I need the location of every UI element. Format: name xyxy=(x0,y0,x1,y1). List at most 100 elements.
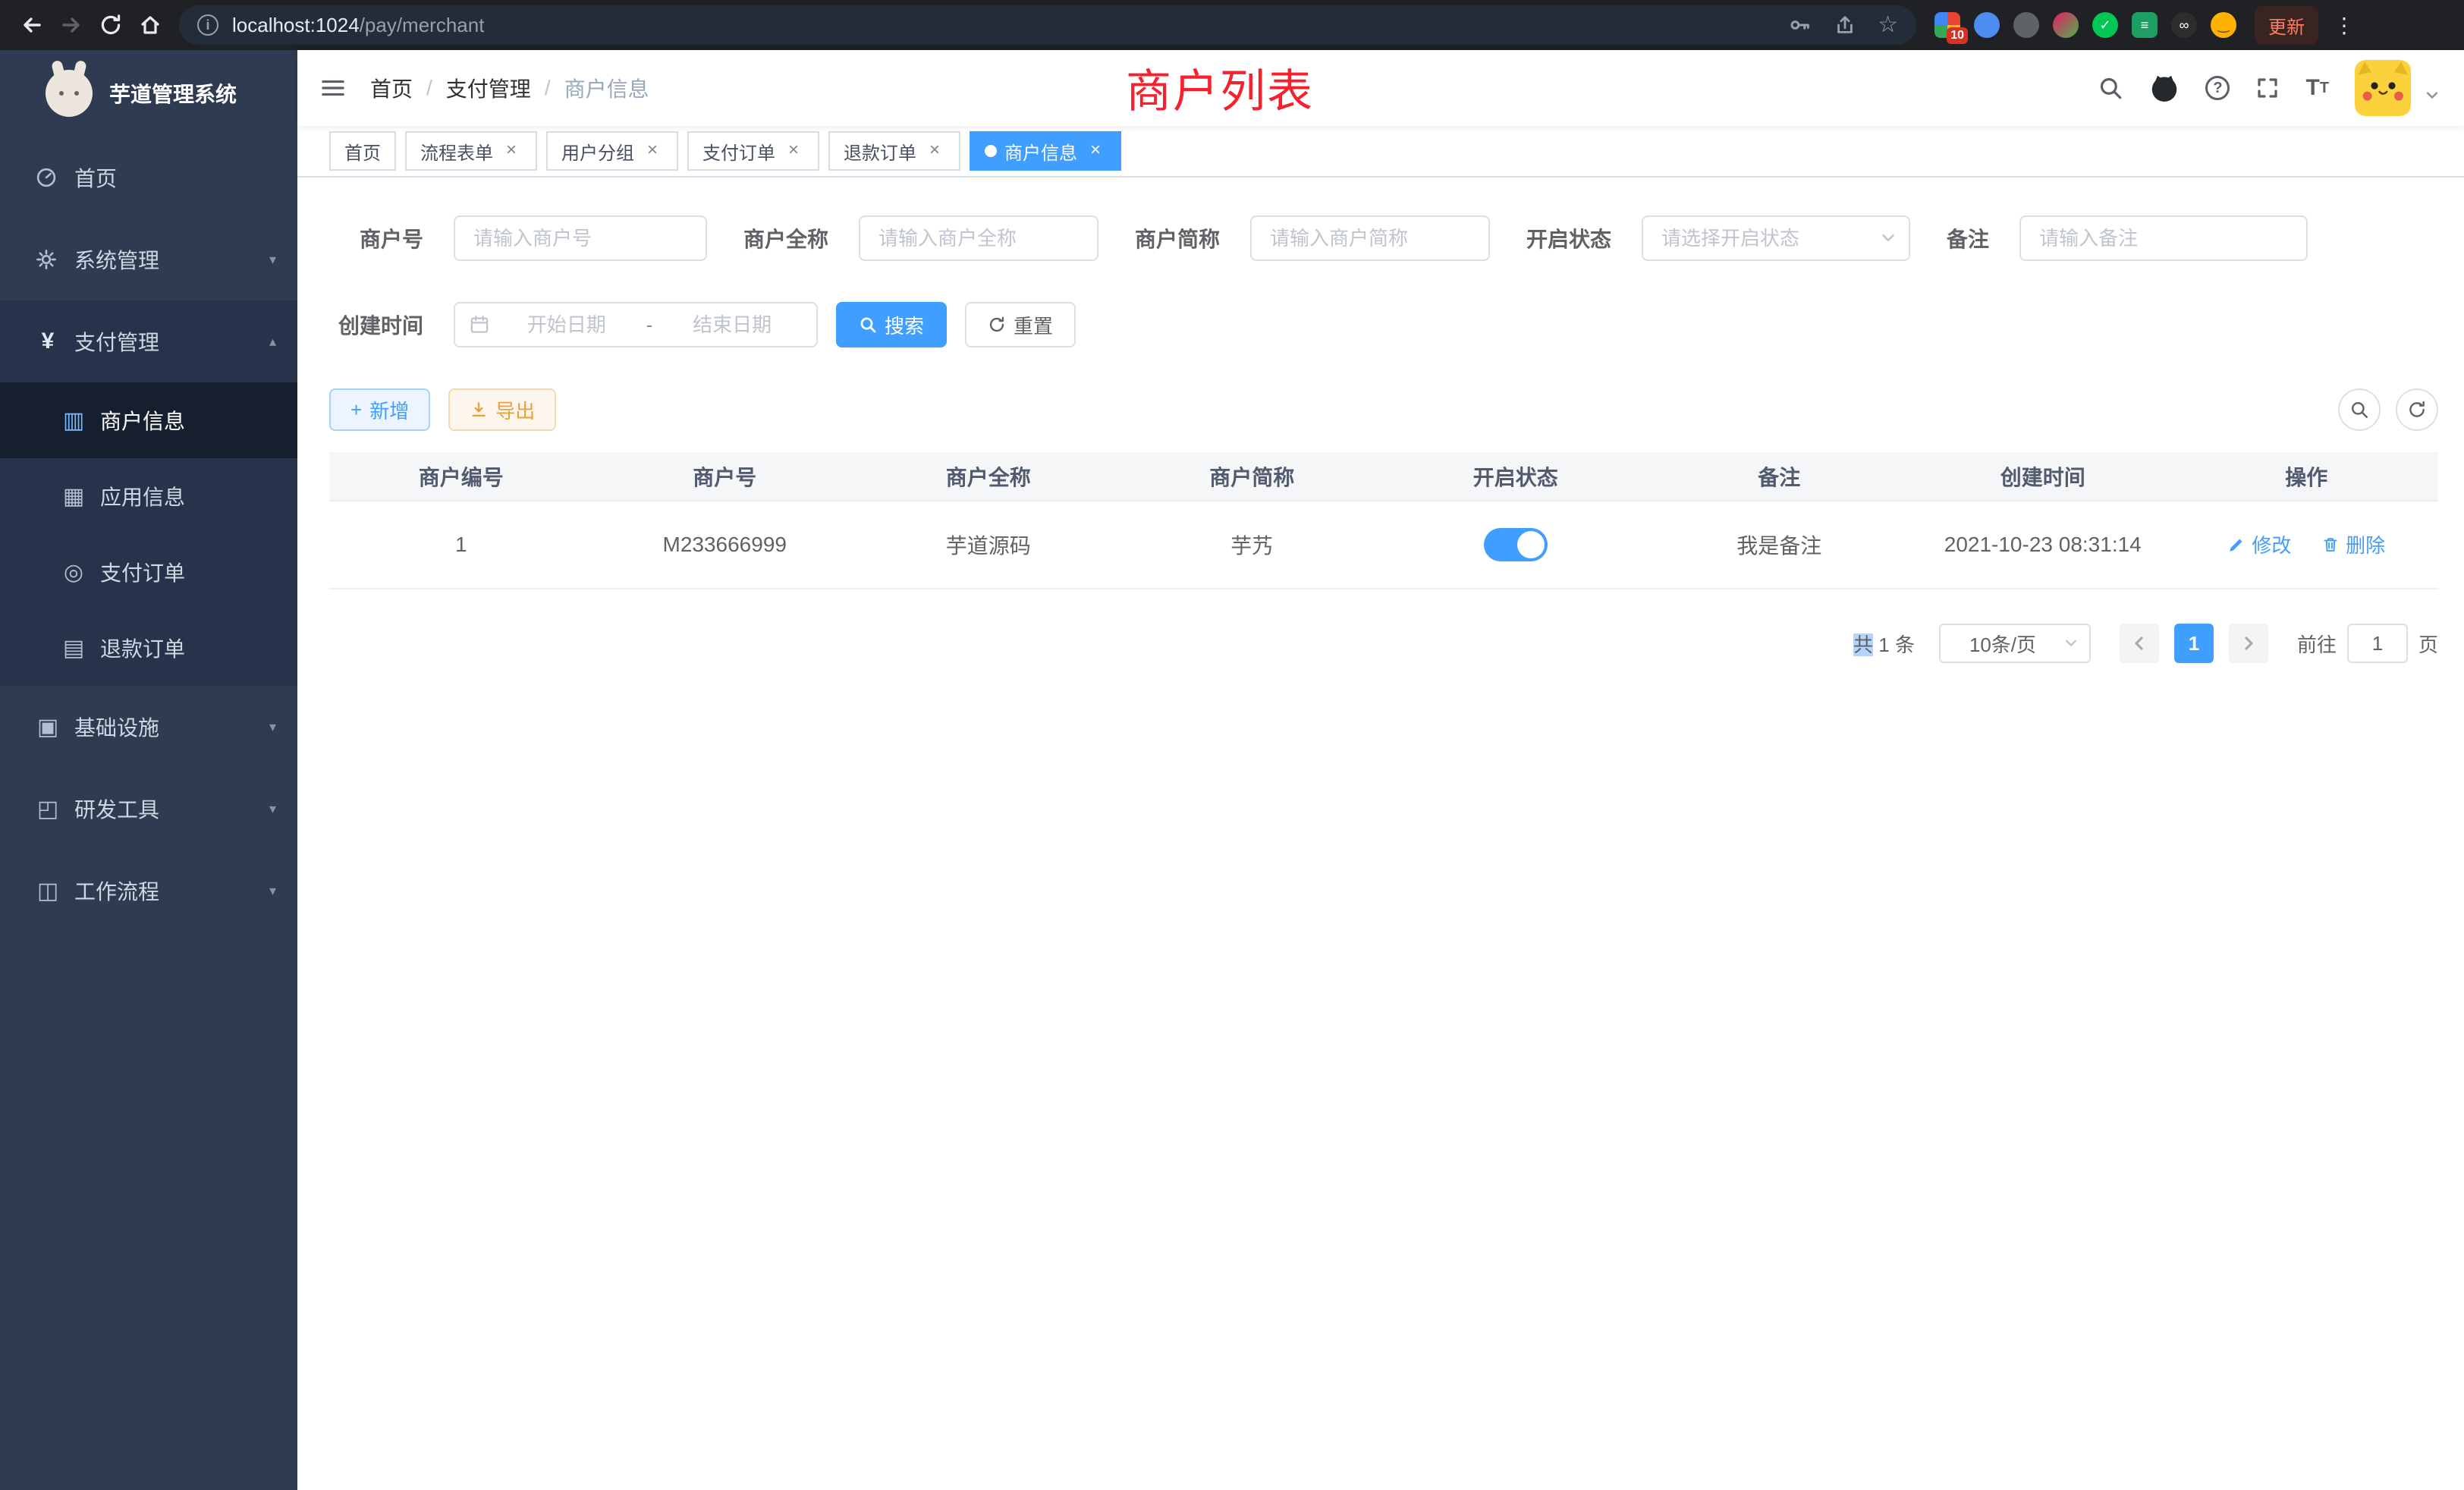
browser-update-button[interactable]: 更新 xyxy=(2255,6,2318,45)
end-date-input[interactable] xyxy=(662,313,803,337)
full-name-input[interactable] xyxy=(859,215,1098,261)
sidebar-menu: 首页 系统管理 ▾ ¥ 支付管理 ▴ ▥ 商户信息 ▦ xyxy=(0,137,297,932)
sidebar-item-merchant-info[interactable]: ▥ 商户信息 xyxy=(0,382,297,458)
tab-user-group[interactable]: 用户分组 × xyxy=(546,131,678,171)
col-full-name: 商户全称 xyxy=(856,452,1120,501)
page-size-select[interactable]: 10条/页 xyxy=(1939,624,2091,663)
merchant-no-input[interactable] xyxy=(454,215,707,261)
devtools-icon: ◰ xyxy=(35,796,61,822)
cell-create-time: 2021-10-23 08:31:14 xyxy=(1911,501,2175,589)
breadcrumb-home[interactable]: 首页 xyxy=(370,73,413,103)
remark-input[interactable] xyxy=(2019,215,2308,261)
field-status: 开启状态 xyxy=(1526,215,1910,261)
sidebar-item-payment[interactable]: ¥ 支付管理 ▴ xyxy=(0,300,297,382)
extension-icon[interactable] xyxy=(2053,12,2079,38)
short-name-input[interactable] xyxy=(1250,215,1490,261)
site-info-icon[interactable]: i xyxy=(197,14,218,36)
refresh-icon xyxy=(988,316,1006,334)
tab-process-form[interactable]: 流程表单 × xyxy=(405,131,537,171)
browser-reload-icon[interactable] xyxy=(91,5,130,45)
field-remark: 备注 xyxy=(1947,215,2308,261)
tab-pay-order[interactable]: 支付订单 × xyxy=(687,131,819,171)
table-header-row: 商户编号 商户号 商户全称 商户简称 开启状态 备注 创建时间 操作 xyxy=(329,452,2438,501)
close-icon[interactable]: × xyxy=(1085,140,1106,162)
yen-icon: ¥ xyxy=(35,328,61,354)
create-time-label: 创建时间 xyxy=(329,310,423,340)
browser-home-icon[interactable] xyxy=(130,5,170,45)
sidebar-item-pay-order[interactable]: ◎ 支付订单 xyxy=(0,534,297,610)
search-icon[interactable] xyxy=(2098,75,2123,101)
github-icon[interactable] xyxy=(2149,73,2180,103)
delete-link[interactable]: 删除 xyxy=(2321,530,2385,558)
add-button[interactable]: + 新增 xyxy=(329,388,430,431)
extension-icon[interactable]: 10 xyxy=(1934,12,1960,38)
browser-address-bar[interactable]: i localhost:1024/pay/merchant ☆ xyxy=(179,5,1916,45)
page-header: 首页 / 支付管理 / 商户信息 ? TT xyxy=(297,50,2464,126)
tab-refund-order[interactable]: 退款订单 × xyxy=(828,131,960,171)
fullscreen-icon[interactable] xyxy=(2255,76,2280,100)
goto-page-input[interactable] xyxy=(2347,624,2408,663)
chevron-down-icon: ▾ xyxy=(269,801,276,817)
refresh-table-icon[interactable] xyxy=(2396,388,2438,431)
sidebar-item-infrastructure[interactable]: ▣ 基础设施 ▾ xyxy=(0,686,297,768)
sidebar-item-home[interactable]: 首页 xyxy=(0,137,297,218)
status-label: 开启状态 xyxy=(1526,223,1611,253)
extension-badge: 10 xyxy=(1947,27,1968,44)
close-icon[interactable]: × xyxy=(924,140,945,162)
browser-forward-icon[interactable] xyxy=(52,5,91,45)
extension-icon[interactable]: ≡ xyxy=(2132,12,2158,38)
browser-extensions: 10 ✓ ≡ ∞ ‿ xyxy=(1934,12,2236,38)
extension-icon[interactable]: ∞ xyxy=(2171,12,2197,38)
status-toggle[interactable] xyxy=(1484,528,1548,561)
tab-merchant-info[interactable]: 商户信息 × xyxy=(970,131,1121,171)
next-page-icon[interactable] xyxy=(2229,624,2268,663)
short-name-label: 商户简称 xyxy=(1135,223,1220,253)
extension-icon[interactable]: ✓ xyxy=(2092,12,2118,38)
extension-icon[interactable]: ‿ xyxy=(2211,12,2236,38)
hamburger-icon[interactable] xyxy=(320,77,346,99)
browser-menu-icon[interactable]: ⋮ xyxy=(2334,13,2355,38)
sidebar-item-devtools[interactable]: ◰ 研发工具 ▾ xyxy=(0,768,297,850)
close-icon[interactable]: × xyxy=(642,140,663,162)
extension-icon[interactable] xyxy=(2013,12,2039,38)
app-title: 芋道管理系统 xyxy=(109,78,237,108)
start-date-input[interactable] xyxy=(496,313,637,337)
reset-button[interactable]: 重置 xyxy=(965,302,1076,347)
sidebar-item-workflow[interactable]: ◫ 工作流程 ▾ xyxy=(0,850,297,932)
browser-toolbar: i localhost:1024/pay/merchant ☆ 10 ✓ ≡ ∞ xyxy=(0,0,2464,50)
dashboard-icon xyxy=(35,166,61,189)
share-icon[interactable] xyxy=(1834,14,1856,36)
omnibox-actions: ☆ xyxy=(1788,13,1898,37)
password-key-icon[interactable] xyxy=(1788,13,1812,37)
create-time-range-picker[interactable]: - xyxy=(454,302,818,347)
infrastructure-icon: ▣ xyxy=(35,714,61,740)
bookmark-star-icon[interactable]: ☆ xyxy=(1878,14,1898,36)
close-icon[interactable]: × xyxy=(783,140,804,162)
edit-link[interactable]: 修改 xyxy=(2227,530,2291,558)
sidebar-item-app-info[interactable]: ▦ 应用信息 xyxy=(0,458,297,534)
current-page[interactable]: 1 xyxy=(2174,624,2214,663)
breadcrumb: 首页 / 支付管理 / 商户信息 xyxy=(370,73,649,103)
tab-home[interactable]: 首页 xyxy=(329,131,396,171)
help-icon[interactable]: ? xyxy=(2205,76,2230,100)
breadcrumb-payment[interactable]: 支付管理 xyxy=(446,73,531,103)
avatar-caret-icon[interactable] xyxy=(2425,88,2440,103)
toggle-search-icon[interactable] xyxy=(2338,388,2381,431)
remark-label: 备注 xyxy=(1947,223,1989,253)
font-size-icon[interactable]: TT xyxy=(2305,77,2329,99)
merchant-card-icon: ▥ xyxy=(61,407,86,434)
range-separator: - xyxy=(643,313,656,337)
sidebar-item-system[interactable]: 系统管理 ▾ xyxy=(0,218,297,300)
user-avatar[interactable] xyxy=(2355,60,2411,116)
col-remark: 备注 xyxy=(1648,452,1912,501)
browser-back-icon[interactable] xyxy=(12,5,52,45)
breadcrumb-separator: / xyxy=(426,76,432,100)
prev-page-icon[interactable] xyxy=(2120,624,2159,663)
pagination-goto: 前往 页 xyxy=(2297,624,2438,663)
status-select[interactable] xyxy=(1642,215,1910,261)
extension-icon[interactable] xyxy=(1974,12,2000,38)
search-button[interactable]: 搜索 xyxy=(836,302,947,347)
close-icon[interactable]: × xyxy=(501,140,522,162)
export-button[interactable]: 导出 xyxy=(448,388,556,431)
sidebar-item-refund-order[interactable]: ▤ 退款订单 xyxy=(0,610,297,686)
